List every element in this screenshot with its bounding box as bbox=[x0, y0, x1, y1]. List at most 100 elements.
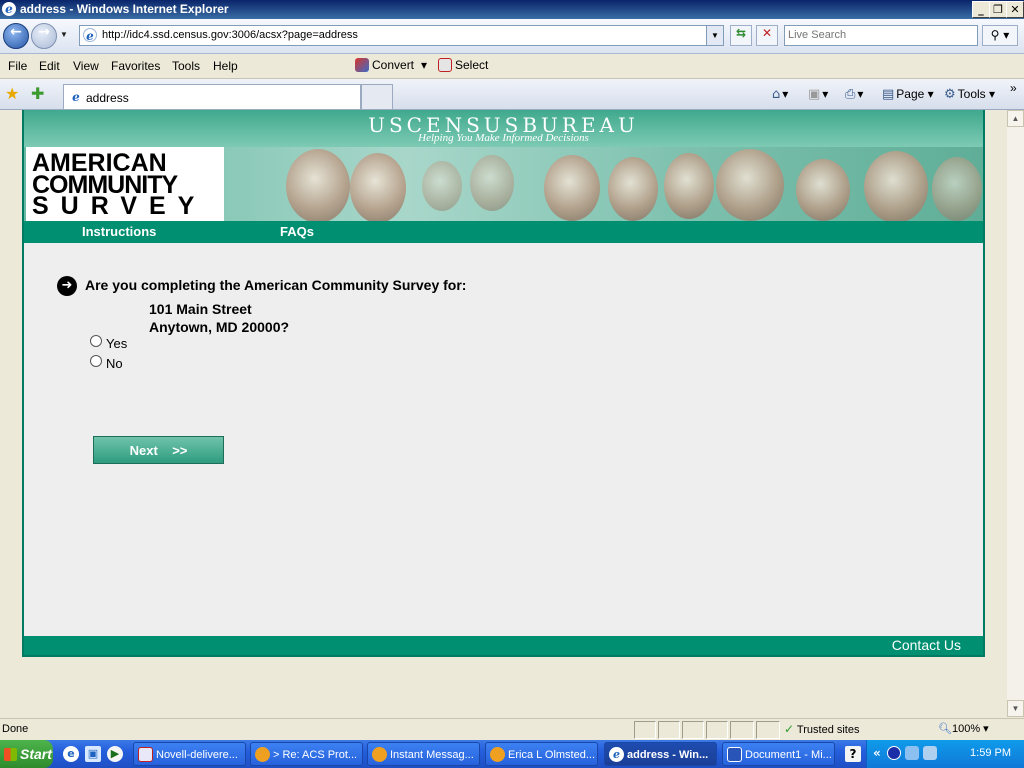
messenger-icon bbox=[372, 747, 387, 762]
status-text: Done bbox=[2, 723, 29, 735]
yes-radio[interactable] bbox=[90, 335, 102, 347]
search-icon: ⚲ bbox=[990, 28, 1000, 42]
taskbar-button-re-acs[interactable]: > Re: ACS Prot... bbox=[250, 742, 363, 766]
status-pane bbox=[756, 721, 780, 739]
media-player-icon[interactable]: ▶ bbox=[107, 746, 123, 762]
taskbar-button-erica[interactable]: Erica L Olmsted... bbox=[485, 742, 598, 766]
acs-logo-line3: SURVEY bbox=[32, 192, 207, 220]
census-banner: USCENSUSBUREAU Helping You Make Informed… bbox=[24, 110, 983, 147]
census-tagline: Helping You Make Informed Decisions bbox=[418, 132, 589, 144]
maximize-button[interactable]: ❐ bbox=[989, 1, 1007, 18]
forward-button[interactable]: → bbox=[31, 23, 57, 49]
option-yes[interactable]: Yes bbox=[90, 335, 127, 351]
help-icon[interactable]: ? bbox=[845, 746, 861, 762]
status-pane bbox=[634, 721, 656, 739]
chevron-more-icon[interactable]: » bbox=[1010, 81, 1017, 95]
menu-bar: File Edit View Favorites Tools Help Conv… bbox=[0, 54, 1024, 79]
acs-logo: AMERICAN COMMUNITY SURVEY bbox=[26, 147, 224, 221]
address-line2: Anytown, MD 20000? bbox=[149, 319, 290, 335]
zoom-icon: 🔍︎ bbox=[938, 723, 952, 735]
favorites-center-icon[interactable]: ★ bbox=[5, 84, 19, 103]
messenger-icon bbox=[490, 747, 505, 762]
window-title: address - Windows Internet Explorer bbox=[20, 2, 229, 16]
recent-pages-dropdown-icon[interactable]: ▼ bbox=[60, 30, 68, 39]
acs-nav-bar: Instructions FAQs bbox=[24, 221, 983, 243]
computer-icon[interactable] bbox=[923, 746, 937, 760]
search-box[interactable] bbox=[784, 25, 978, 46]
tab-label: address bbox=[86, 91, 129, 105]
address-dropdown-icon[interactable]: ▼ bbox=[706, 26, 723, 45]
convert-button[interactable]: Convert bbox=[355, 58, 414, 72]
address-line1: 101 Main Street bbox=[149, 301, 252, 317]
zoom-control[interactable]: 🔍︎100% ▾ bbox=[938, 722, 989, 735]
feeds-button[interactable]: ▣ ▾ bbox=[808, 87, 828, 102]
taskbar-button-document1[interactable]: Document1 - Mi... bbox=[722, 742, 835, 766]
clock[interactable]: 1:59 PM bbox=[970, 747, 1011, 759]
acs-footer: Contact Us bbox=[24, 636, 983, 655]
taskbar: Start e ▣ ▶ Novell-delivere... > Re: ACS… bbox=[0, 740, 1024, 768]
security-zone[interactable]: ✓ Trusted sites bbox=[784, 722, 859, 736]
feeds-icon: ▣ bbox=[808, 87, 821, 102]
print-button[interactable]: ⎙ ▾ bbox=[845, 87, 863, 102]
taskbar-button-novell[interactable]: Novell-delivere... bbox=[133, 742, 246, 766]
menu-tools[interactable]: Tools bbox=[172, 59, 200, 73]
tab-bar: ★ ✚ e address ⌂ ▾ ▣ ▾ ⎙ ▾ ▤ Page ▾ ⚙ Tools ▾ … bbox=[0, 79, 1024, 110]
windows-logo-icon bbox=[4, 748, 17, 761]
menu-edit[interactable]: Edit bbox=[39, 59, 60, 73]
address-url[interactable]: http://idc4.ssd.census.gov:3006/acsx?pag… bbox=[102, 29, 358, 41]
expand-tray-icon[interactable]: « bbox=[873, 746, 881, 760]
contact-us-link[interactable]: Contact Us bbox=[892, 637, 961, 653]
mail-icon bbox=[138, 747, 153, 762]
search-input[interactable] bbox=[785, 26, 968, 43]
window-title-bar: e address - Windows Internet Explorer _ … bbox=[0, 0, 1024, 19]
select-button[interactable]: Select bbox=[438, 58, 488, 72]
new-tab-button[interactable] bbox=[361, 84, 393, 109]
tab-address[interactable]: e address bbox=[63, 84, 361, 109]
question-area: ➜ Are you completing the American Commun… bbox=[24, 243, 983, 636]
convert-dropdown-icon[interactable]: ▾ bbox=[421, 58, 427, 72]
start-button[interactable]: Start bbox=[0, 740, 53, 768]
page-icon: e bbox=[83, 28, 97, 43]
status-pane bbox=[658, 721, 680, 739]
network-icon[interactable] bbox=[887, 746, 901, 760]
refresh-button[interactable]: ⇆ bbox=[730, 25, 752, 46]
no-radio[interactable] bbox=[90, 355, 102, 367]
instructions-link[interactable]: Instructions bbox=[82, 224, 156, 239]
taskbar-button-address[interactable]: e address - Win... bbox=[604, 742, 717, 766]
ie-quicklaunch-icon[interactable]: e bbox=[63, 746, 79, 762]
monitor-icon[interactable] bbox=[905, 746, 919, 760]
menu-favorites[interactable]: Favorites bbox=[111, 59, 160, 73]
search-button[interactable]: ⚲ ▾ bbox=[982, 25, 1018, 46]
taskbar-button-instant-message[interactable]: Instant Messag... bbox=[367, 742, 480, 766]
scroll-down-icon[interactable]: ▼ bbox=[1007, 700, 1024, 717]
acs-page-frame: USCENSUSBUREAU Helping You Make Informed… bbox=[22, 110, 985, 657]
status-pane bbox=[730, 721, 754, 739]
home-button[interactable]: ⌂ ▾ bbox=[772, 87, 788, 102]
address-bar[interactable]: e http://idc4.ssd.census.gov:3006/acsx?p… bbox=[79, 25, 724, 46]
stop-button[interactable]: ✕ bbox=[756, 25, 778, 46]
next-button[interactable]: Next >> bbox=[93, 436, 224, 464]
convert-icon bbox=[355, 58, 369, 72]
faqs-link[interactable]: FAQs bbox=[280, 224, 314, 239]
question-text: Are you completing the American Communit… bbox=[85, 277, 467, 293]
word-icon bbox=[727, 747, 742, 762]
arrow-right-icon: ➜ bbox=[57, 276, 77, 296]
menu-file[interactable]: File bbox=[8, 59, 27, 73]
menu-help[interactable]: Help bbox=[213, 59, 238, 73]
close-button[interactable]: ✕ bbox=[1006, 1, 1024, 18]
scroll-up-icon[interactable]: ▲ bbox=[1007, 110, 1024, 127]
page-icon: e bbox=[72, 90, 80, 104]
tools-menu-button[interactable]: ⚙ Tools ▾ bbox=[944, 87, 995, 102]
navigation-bar: ← → ▼ e http://idc4.ssd.census.gov:3006/… bbox=[0, 19, 1024, 54]
desktop-quicklaunch-icon[interactable]: ▣ bbox=[85, 746, 101, 762]
system-tray: « 1:59 PM bbox=[866, 740, 1024, 768]
back-button[interactable]: ← bbox=[3, 23, 29, 49]
menu-view[interactable]: View bbox=[73, 59, 99, 73]
minimize-button[interactable]: _ bbox=[972, 1, 990, 18]
page-menu-button[interactable]: ▤ Page ▾ bbox=[882, 87, 934, 102]
gear-icon: ⚙ bbox=[944, 87, 956, 102]
option-no[interactable]: No bbox=[90, 355, 123, 371]
vertical-scrollbar[interactable]: ▲ ▼ bbox=[1007, 110, 1024, 717]
add-favorite-icon[interactable]: ✚ bbox=[31, 84, 44, 103]
acs-hero-banner: AMERICAN COMMUNITY SURVEY bbox=[24, 147, 983, 221]
